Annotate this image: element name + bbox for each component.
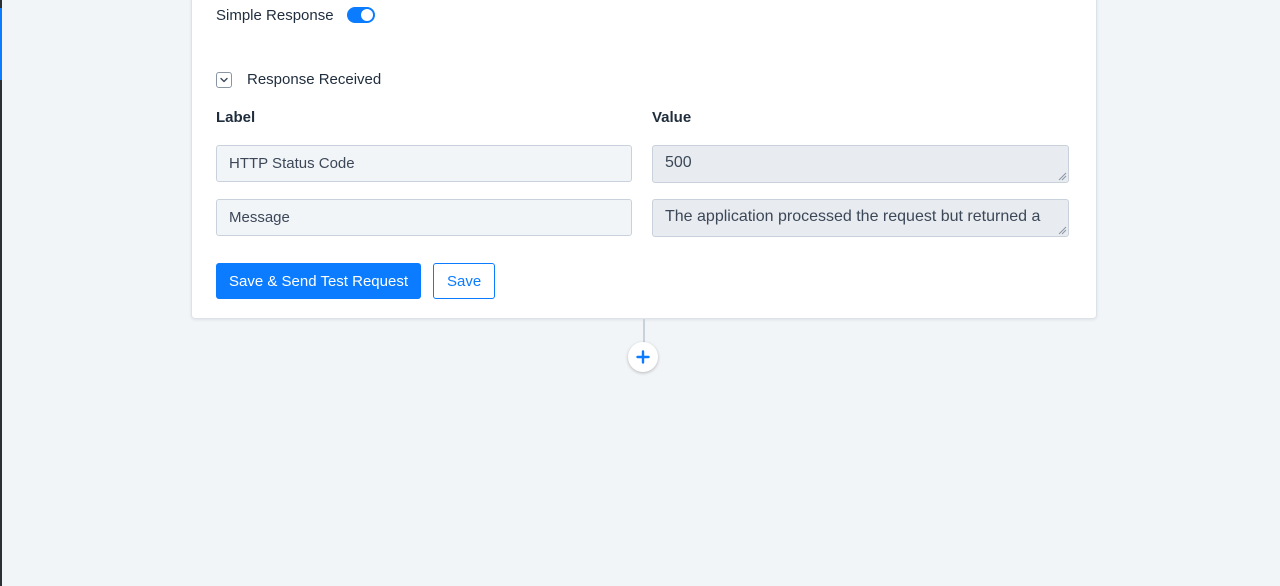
response-received-label: Response Received (247, 71, 382, 88)
sidebar-edge (0, 0, 2, 586)
resize-grip-icon[interactable] (1057, 171, 1067, 181)
response-label-field[interactable]: Message (216, 199, 632, 236)
save-button[interactable]: Save (433, 263, 496, 299)
response-received-header: Response Received (216, 71, 381, 88)
response-value-text: The application processed the request bu… (665, 208, 1041, 225)
collapse-toggle-button[interactable] (216, 71, 232, 88)
response-value-text: 500 (665, 154, 692, 171)
flow-connector-line (643, 319, 645, 343)
action-step-card: Simple Response Response Received Label … (191, 0, 1097, 319)
simple-response-label: Simple Response (216, 6, 334, 24)
chevron-down-icon (220, 77, 228, 82)
response-value-field[interactable]: 500 (652, 145, 1069, 183)
save-and-send-test-request-button[interactable]: Save & Send Test Request (216, 263, 422, 299)
simple-response-toggle[interactable] (346, 7, 375, 23)
plus-icon (636, 350, 650, 364)
toggle-switch-icon (360, 9, 373, 21)
value-column-header: Value (652, 109, 692, 126)
resize-grip-icon[interactable] (1057, 225, 1067, 235)
response-value-field[interactable]: The application processed the request bu… (652, 199, 1069, 237)
response-label-field[interactable]: HTTP Status Code (216, 145, 632, 182)
label-column-header: Label (216, 109, 256, 126)
simple-response-row: Simple Response (216, 5, 375, 25)
add-step-button[interactable] (628, 342, 658, 372)
sidebar-active-indicator (0, 8, 2, 80)
